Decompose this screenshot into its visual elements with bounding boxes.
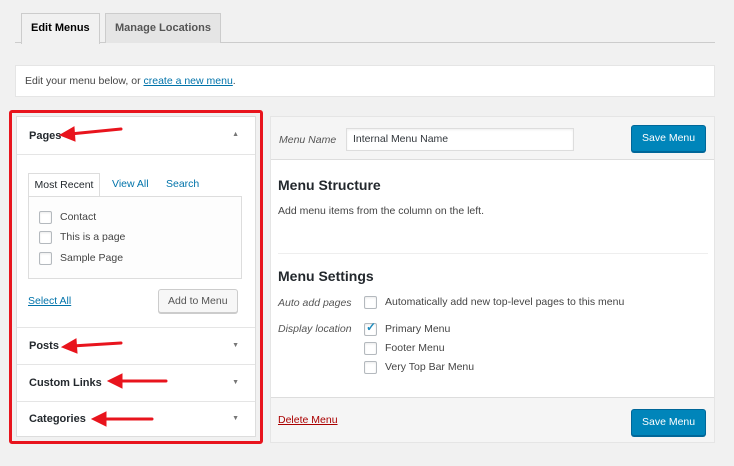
red-arrow-icon (106, 373, 168, 389)
menu-name-input[interactable]: Internal Menu Name (346, 128, 574, 151)
checkmark-icon: ✓ (366, 320, 377, 334)
menu-name-label: Menu Name (279, 134, 337, 146)
auto-add-text: Automatically add new top-level pages to… (385, 296, 625, 308)
settings-divider (278, 253, 708, 254)
location-label: Very Top Bar Menu (385, 361, 475, 373)
checkbox[interactable] (364, 342, 377, 355)
menu-structure-hint: Add menu items from the column on the le… (278, 205, 485, 217)
save-menu-button-top[interactable]: Save Menu (631, 125, 707, 152)
red-arrow-icon (58, 126, 123, 142)
checkbox[interactable] (364, 296, 377, 309)
display-location-label: Display location (278, 323, 352, 335)
location-label: Footer Menu (385, 342, 445, 354)
menu-settings-title: Menu Settings (278, 268, 374, 284)
auto-add-label: Auto add pages (278, 297, 352, 309)
menu-structure-title: Menu Structure (278, 177, 381, 193)
red-arrow-icon (90, 411, 154, 427)
location-label: Primary Menu (385, 323, 451, 335)
save-menu-button-bottom[interactable]: Save Menu (631, 409, 707, 436)
delete-menu-link[interactable]: Delete Menu (278, 414, 338, 426)
red-arrow-icon (60, 338, 123, 354)
checkbox[interactable] (364, 361, 377, 374)
